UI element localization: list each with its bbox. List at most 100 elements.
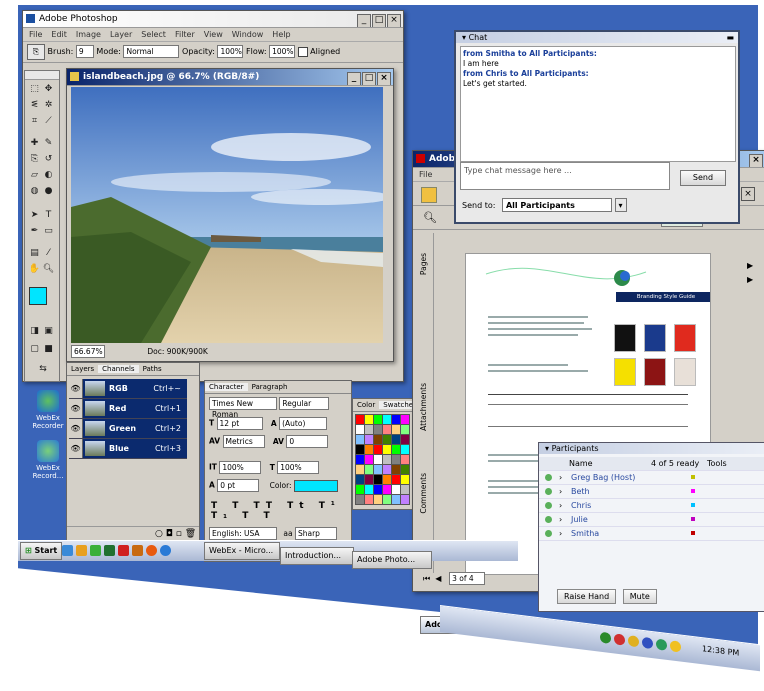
standard-mode-icon[interactable]: ▣ [42, 325, 55, 337]
page-number-field[interactable]: 3 of 4 [449, 572, 486, 585]
tab-channels[interactable]: Channels [98, 365, 139, 373]
chat-titlebar[interactable]: ▾ Chat ▬ [456, 32, 738, 43]
quick-mask-icon[interactable]: ◨ [28, 325, 41, 337]
chevron-right-icon[interactable]: › [559, 485, 562, 498]
send-to-select[interactable]: All Participants [501, 198, 612, 212]
vertical-scale-field[interactable]: 100% [219, 461, 262, 474]
tab-layers[interactable]: Layers [67, 365, 98, 373]
zoom-field[interactable]: 66.67% [71, 345, 105, 358]
channel-row-green[interactable]: 👁 Green Ctrl+2 [69, 419, 187, 439]
language-select[interactable]: English: USA [209, 527, 277, 540]
quick-launch-icon[interactable] [76, 545, 87, 556]
baseline-shift-field[interactable]: 0 pt [217, 479, 260, 492]
marquee-tool-icon[interactable]: ⬚ [28, 83, 41, 95]
menu-view[interactable]: View [204, 30, 223, 39]
photoshop-titlebar[interactable]: Adobe Photoshop _ □ × [23, 11, 403, 28]
taskbar-button-webex[interactable]: WebEx - Micro... [204, 542, 280, 560]
move-tool-icon[interactable]: ✥ [42, 83, 55, 95]
chat-input[interactable]: Type chat message here ... [460, 162, 670, 190]
hand-tool-icon[interactable]: ✋ [28, 263, 41, 275]
eye-icon[interactable]: 👁 [69, 399, 83, 418]
notes-tool-icon[interactable]: ▤ [28, 247, 41, 259]
chevron-right-icon[interactable]: › [559, 527, 562, 540]
mute-button[interactable]: Mute [622, 589, 657, 604]
participant-row[interactable]: › Julie [539, 513, 764, 527]
channel-row-red[interactable]: 👁 Red Ctrl+1 [69, 399, 187, 419]
eyedropper-tool-icon[interactable]: ⁄ [42, 247, 55, 259]
open-folder-icon[interactable] [421, 187, 437, 203]
image-minimize-button[interactable]: _ [347, 72, 361, 85]
swatch-cell[interactable] [400, 494, 410, 505]
tab-attachments[interactable]: Attachments [419, 383, 428, 431]
crop-tool-icon[interactable]: ⌗ [28, 115, 41, 127]
menu-help[interactable]: Help [272, 30, 290, 39]
full-screen-mode-icon[interactable]: ■ [42, 343, 55, 355]
chevron-down-icon[interactable]: ▾ [614, 198, 627, 212]
quick-launch-icon[interactable] [118, 545, 129, 556]
flow-field[interactable]: 100% [269, 45, 296, 58]
eye-icon[interactable]: 👁 [69, 439, 83, 458]
image-maximize-button[interactable]: □ [362, 72, 376, 85]
desktop-icon-webex-record[interactable]: WebEx Record... [26, 440, 70, 480]
firefox-icon[interactable] [146, 545, 157, 556]
powerpoint-icon[interactable] [132, 545, 143, 556]
clone-stamp-tool-icon[interactable]: ⎘ [27, 43, 45, 60]
chat-collapse-icon[interactable]: ▾ [462, 33, 466, 42]
screen-mode-icon[interactable]: ▢ [28, 343, 41, 355]
font-family-select[interactable]: Times New Roman [209, 397, 277, 419]
menu-window[interactable]: Window [232, 30, 264, 39]
leading-field[interactable]: (Auto) [279, 417, 328, 430]
eye-icon[interactable]: 👁 [69, 379, 83, 398]
menu-file[interactable]: File [29, 30, 42, 39]
tab-comments[interactable]: Comments [419, 473, 428, 514]
eraser-tool-icon[interactable]: ▱ [28, 169, 41, 181]
tray-icon[interactable] [600, 631, 611, 644]
tab-character[interactable]: Character [205, 383, 248, 391]
foreground-color-swatch[interactable] [29, 287, 47, 305]
slice-tool-icon[interactable]: ⟋ [42, 115, 55, 127]
scroll-arrow-icon[interactable]: ▶ [747, 273, 757, 287]
opacity-field[interactable]: 100% [217, 45, 244, 58]
dodge-tool-icon[interactable]: ● [42, 185, 55, 197]
gradient-tool-icon[interactable]: ◐ [42, 169, 55, 181]
chat-send-button[interactable]: Send [680, 170, 726, 186]
chevron-right-icon[interactable]: › [559, 471, 562, 484]
shape-tool-icon[interactable]: ▭ [42, 225, 55, 237]
show-desktop-icon[interactable] [62, 545, 73, 556]
pen-tool-icon[interactable]: ✒ [28, 225, 41, 237]
history-brush-icon[interactable]: ↺ [42, 153, 55, 165]
acrobat-close-doc-button[interactable]: × [741, 187, 755, 201]
zoom-icon[interactable]: 🔍︎ [423, 211, 437, 224]
prev-page-icon[interactable]: ◀ [435, 574, 441, 583]
brush-size-picker[interactable]: 9 [75, 45, 94, 58]
participants-collapse-icon[interactable]: ▾ [545, 444, 549, 453]
maximize-button[interactable]: □ [372, 14, 386, 27]
font-size-field[interactable]: 12 pt [216, 417, 263, 430]
scroll-arrow-icon[interactable]: ▶ [747, 259, 757, 273]
tools-palette-header[interactable] [25, 71, 59, 80]
desktop-icon-webex-recorder[interactable]: WebEx Recorder [26, 390, 70, 430]
menu-filter[interactable]: Filter [175, 30, 195, 39]
menu-select[interactable]: Select [141, 30, 166, 39]
participant-row[interactable]: › Beth [539, 485, 764, 499]
delete-channel-icon[interactable]: 🗑︎ [185, 529, 196, 539]
healing-brush-tool-icon[interactable]: ✚ [28, 137, 41, 149]
swatch-grid[interactable] [355, 414, 411, 506]
chevron-right-icon[interactable]: › [559, 499, 562, 512]
tray-icon[interactable] [614, 633, 625, 646]
blur-tool-icon[interactable]: ◍ [28, 185, 41, 197]
participants-titlebar[interactable]: ▾ Participants [539, 443, 764, 454]
first-page-icon[interactable]: ⏮ [423, 574, 430, 583]
quick-launch-icon[interactable] [90, 545, 101, 556]
participant-row[interactable]: › Smitha [539, 527, 764, 541]
load-selection-icon[interactable]: ○ [155, 529, 163, 539]
menu-image[interactable]: Image [76, 30, 101, 39]
tab-color[interactable]: Color [353, 401, 379, 409]
minimize-button[interactable]: _ [357, 14, 371, 27]
participant-row[interactable]: › Chris [539, 499, 764, 513]
browser-icon[interactable] [160, 545, 171, 556]
new-channel-icon[interactable]: ▫ [176, 529, 182, 539]
kerning-field[interactable]: Metrics [222, 435, 265, 448]
start-button[interactable]: ⊞ Start [20, 542, 63, 560]
font-style-select[interactable]: Regular [279, 397, 330, 410]
